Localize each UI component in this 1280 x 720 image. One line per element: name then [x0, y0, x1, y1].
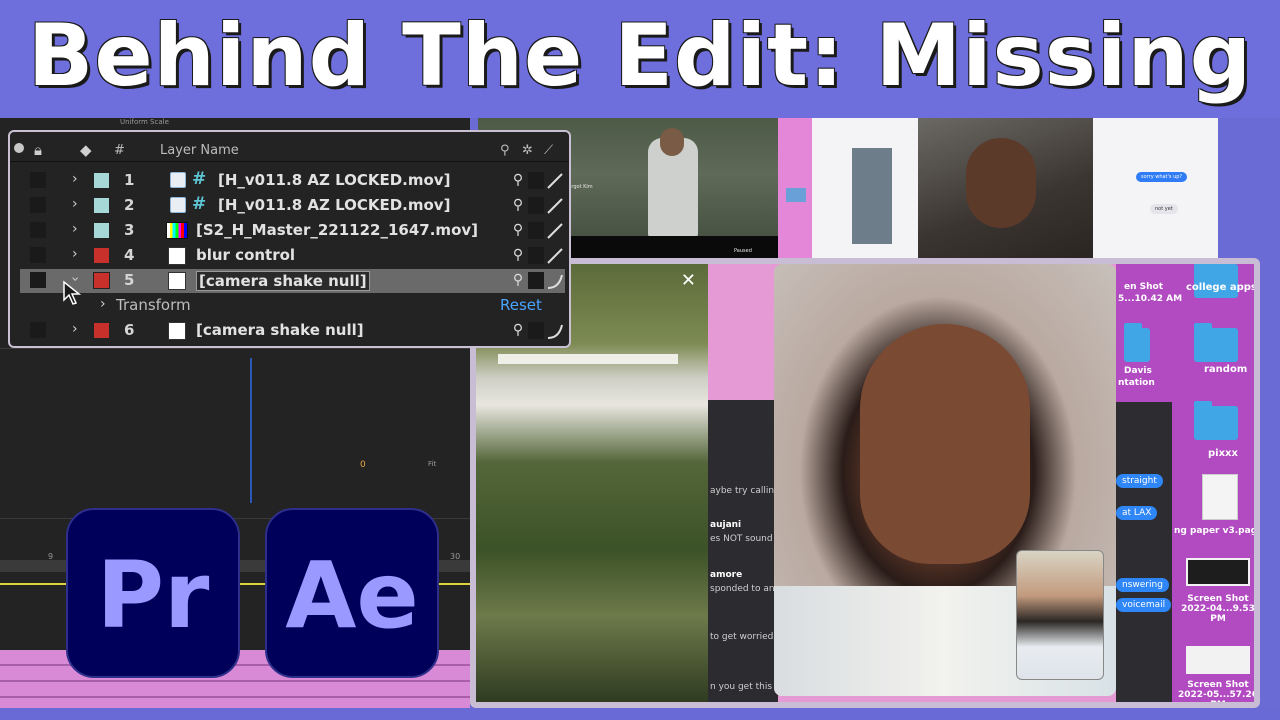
layer-name[interactable]: blur control	[196, 246, 295, 264]
layer-row[interactable]: › 1 # [H_v011.8 AZ LOCKED.mov] ⚲	[20, 169, 565, 193]
shy-switch-icon[interactable]: ⚲	[508, 197, 528, 215]
message-bubble-2: not yet	[1150, 204, 1178, 214]
chevron-right-icon[interactable]: ›	[72, 196, 78, 212]
video-call-tile	[918, 118, 1093, 258]
layer-name[interactable]: [camera shake null]	[196, 321, 364, 339]
chevron-right-icon[interactable]: ›	[72, 246, 78, 262]
video-title: Behind The Edit: Missing	[27, 6, 1253, 106]
layer-name-column-header[interactable]: Layer Name	[160, 143, 239, 158]
layer-name[interactable]: [H_v011.8 AZ LOCKED.mov]	[218, 171, 450, 189]
chat-row[interactable]: to get worried	[710, 632, 773, 642]
layer-row[interactable]: › 3 [S2_H_Master_221122_1647.mov] ⚲	[20, 219, 565, 243]
chat-list: aybe try calling aujani es NOT sound amo…	[708, 400, 780, 702]
layer-row-selected[interactable]: › 5 [camera shake null] ⚲	[20, 269, 565, 293]
folder-icon[interactable]	[1194, 323, 1238, 362]
desktop-item-label[interactable]: random	[1204, 364, 1247, 375]
after-effects-logo: Ae	[265, 508, 439, 678]
label-color-swatch[interactable]	[93, 197, 110, 214]
chat-row[interactable]: aybe try calling	[710, 486, 780, 496]
layer-row[interactable]: › 6 [camera shake null] ⚲	[20, 319, 565, 343]
layer-panel-header: 🔒︎ ◆ # Layer Name ⚲ ✲ ⟋	[10, 140, 569, 162]
close-icon[interactable]: ✕	[681, 270, 696, 291]
message-bubble: straight	[1116, 474, 1163, 488]
message-bubble-1: sorry what's up?	[1136, 172, 1188, 182]
null-icon	[168, 272, 186, 290]
chat-row[interactable]: amore	[710, 570, 742, 580]
facetime-pip-video[interactable]	[1016, 550, 1104, 680]
quality-switch-icon[interactable]	[545, 222, 565, 240]
label-tag-icon: ◆	[80, 141, 92, 159]
quality-icon: ⟋	[544, 143, 554, 158]
thumbnail: Uniform Scale 0 Fit 9 30 Margot Kim Paus…	[0, 0, 1280, 720]
null-icon	[168, 322, 186, 340]
eye-icon	[14, 143, 24, 153]
shy-switch-icon[interactable]: ⚲	[508, 322, 528, 340]
chat-row[interactable]: es NOT sound	[710, 534, 773, 544]
label-color-swatch[interactable]	[93, 247, 110, 264]
label-color-swatch[interactable]	[93, 322, 110, 339]
fit-select[interactable]: Fit	[428, 460, 436, 468]
chevron-right-icon[interactable]: ›	[100, 296, 106, 312]
folder-icon[interactable]	[1194, 401, 1238, 440]
chat-row[interactable]: aujani	[710, 520, 741, 530]
layer-row[interactable]: › 2 # [H_v011.8 AZ LOCKED.mov] ⚲	[20, 194, 565, 218]
layer-row[interactable]: › 4 blur control ⚲	[20, 244, 565, 268]
transform-row[interactable]: › Transform Reset	[20, 294, 565, 318]
chevron-right-icon[interactable]: ›	[72, 321, 78, 337]
document-icon[interactable]	[1202, 474, 1238, 520]
shy-switch-icon[interactable]: ⚲	[508, 247, 528, 265]
chevron-right-icon[interactable]: ›	[72, 221, 78, 237]
screenshot-icon[interactable]	[1186, 558, 1250, 586]
reset-link[interactable]: Reset	[500, 296, 542, 314]
layer-name[interactable]: [H_v011.8 AZ LOCKED.mov]	[218, 196, 450, 214]
color-bars-icon	[166, 222, 188, 239]
chat-row[interactable]: n you get this	[710, 682, 772, 692]
video-thumbnail-messages: sorry what's up? not yet	[778, 118, 1218, 258]
label-color-swatch[interactable]	[93, 272, 110, 289]
screenshot-icon[interactable]	[1186, 646, 1250, 674]
layer-name-rename-field[interactable]: [camera shake null]	[196, 271, 370, 291]
time-zero: 0	[360, 460, 366, 470]
message-bubble: voicemail	[1116, 598, 1172, 612]
layer-panel: 🔒︎ ◆ # Layer Name ⚲ ✲ ⟋ › 1 # [H_v011.8 …	[8, 130, 571, 348]
uniform-scale-label: Uniform Scale	[120, 118, 169, 126]
number-column-header: #	[114, 143, 125, 158]
facetime-composite: ✕ aybe try calling aujani es NOT sound a…	[470, 258, 1260, 708]
quality-switch-icon[interactable]	[545, 197, 565, 215]
paused-label: Paused	[734, 248, 752, 254]
quality-switch-icon[interactable]	[545, 247, 565, 265]
quality-switch-icon[interactable]	[545, 172, 565, 190]
layer-name[interactable]: [S2_H_Master_221122_1647.mov]	[196, 221, 478, 239]
title-banner: Behind The Edit: Missing	[0, 0, 1280, 118]
desktop-item-label[interactable]: college apps	[1186, 282, 1254, 293]
desktop-item-label[interactable]: Screen Shot 2022-05...57.26 PM	[1176, 680, 1254, 702]
message-bubble: nswering	[1116, 578, 1169, 592]
label-color-swatch[interactable]	[93, 172, 110, 189]
shy-switch-icon[interactable]: ⚲	[508, 272, 528, 290]
collapse-icon: ✲	[522, 143, 533, 158]
quality-switch-icon[interactable]	[545, 272, 565, 290]
solid-icon	[168, 247, 186, 265]
footage-icon	[170, 197, 186, 213]
chevron-right-icon[interactable]: ›	[72, 171, 78, 187]
desktop-item-label[interactable]: Screen Shot 2022-04...9.53 PM	[1176, 594, 1254, 624]
desktop-item-label[interactable]: pixxx	[1208, 448, 1238, 459]
chat-row[interactable]: sponded to any	[710, 584, 780, 594]
message-bubble: at LAX	[1116, 506, 1158, 520]
mouse-cursor-icon	[63, 280, 82, 305]
imessage-panel: straight at LAX nswering voicemail	[1116, 402, 1172, 702]
lock-icon: 🔒︎	[34, 141, 42, 159]
label-color-swatch[interactable]	[93, 222, 110, 239]
shy-switch-icon[interactable]: ⚲	[508, 172, 528, 190]
comp-icon: #	[192, 169, 207, 189]
footage-icon	[170, 172, 186, 188]
premiere-pro-logo: Pr	[66, 508, 240, 678]
bottom-strip	[0, 708, 1280, 720]
quality-switch-icon[interactable]	[545, 322, 565, 340]
comp-icon: #	[192, 194, 207, 214]
shy-switch-icon[interactable]: ⚲	[508, 222, 528, 240]
shy-icon: ⚲	[500, 143, 510, 158]
folder-icon[interactable]	[1124, 323, 1150, 362]
transform-label[interactable]: Transform	[116, 296, 191, 314]
